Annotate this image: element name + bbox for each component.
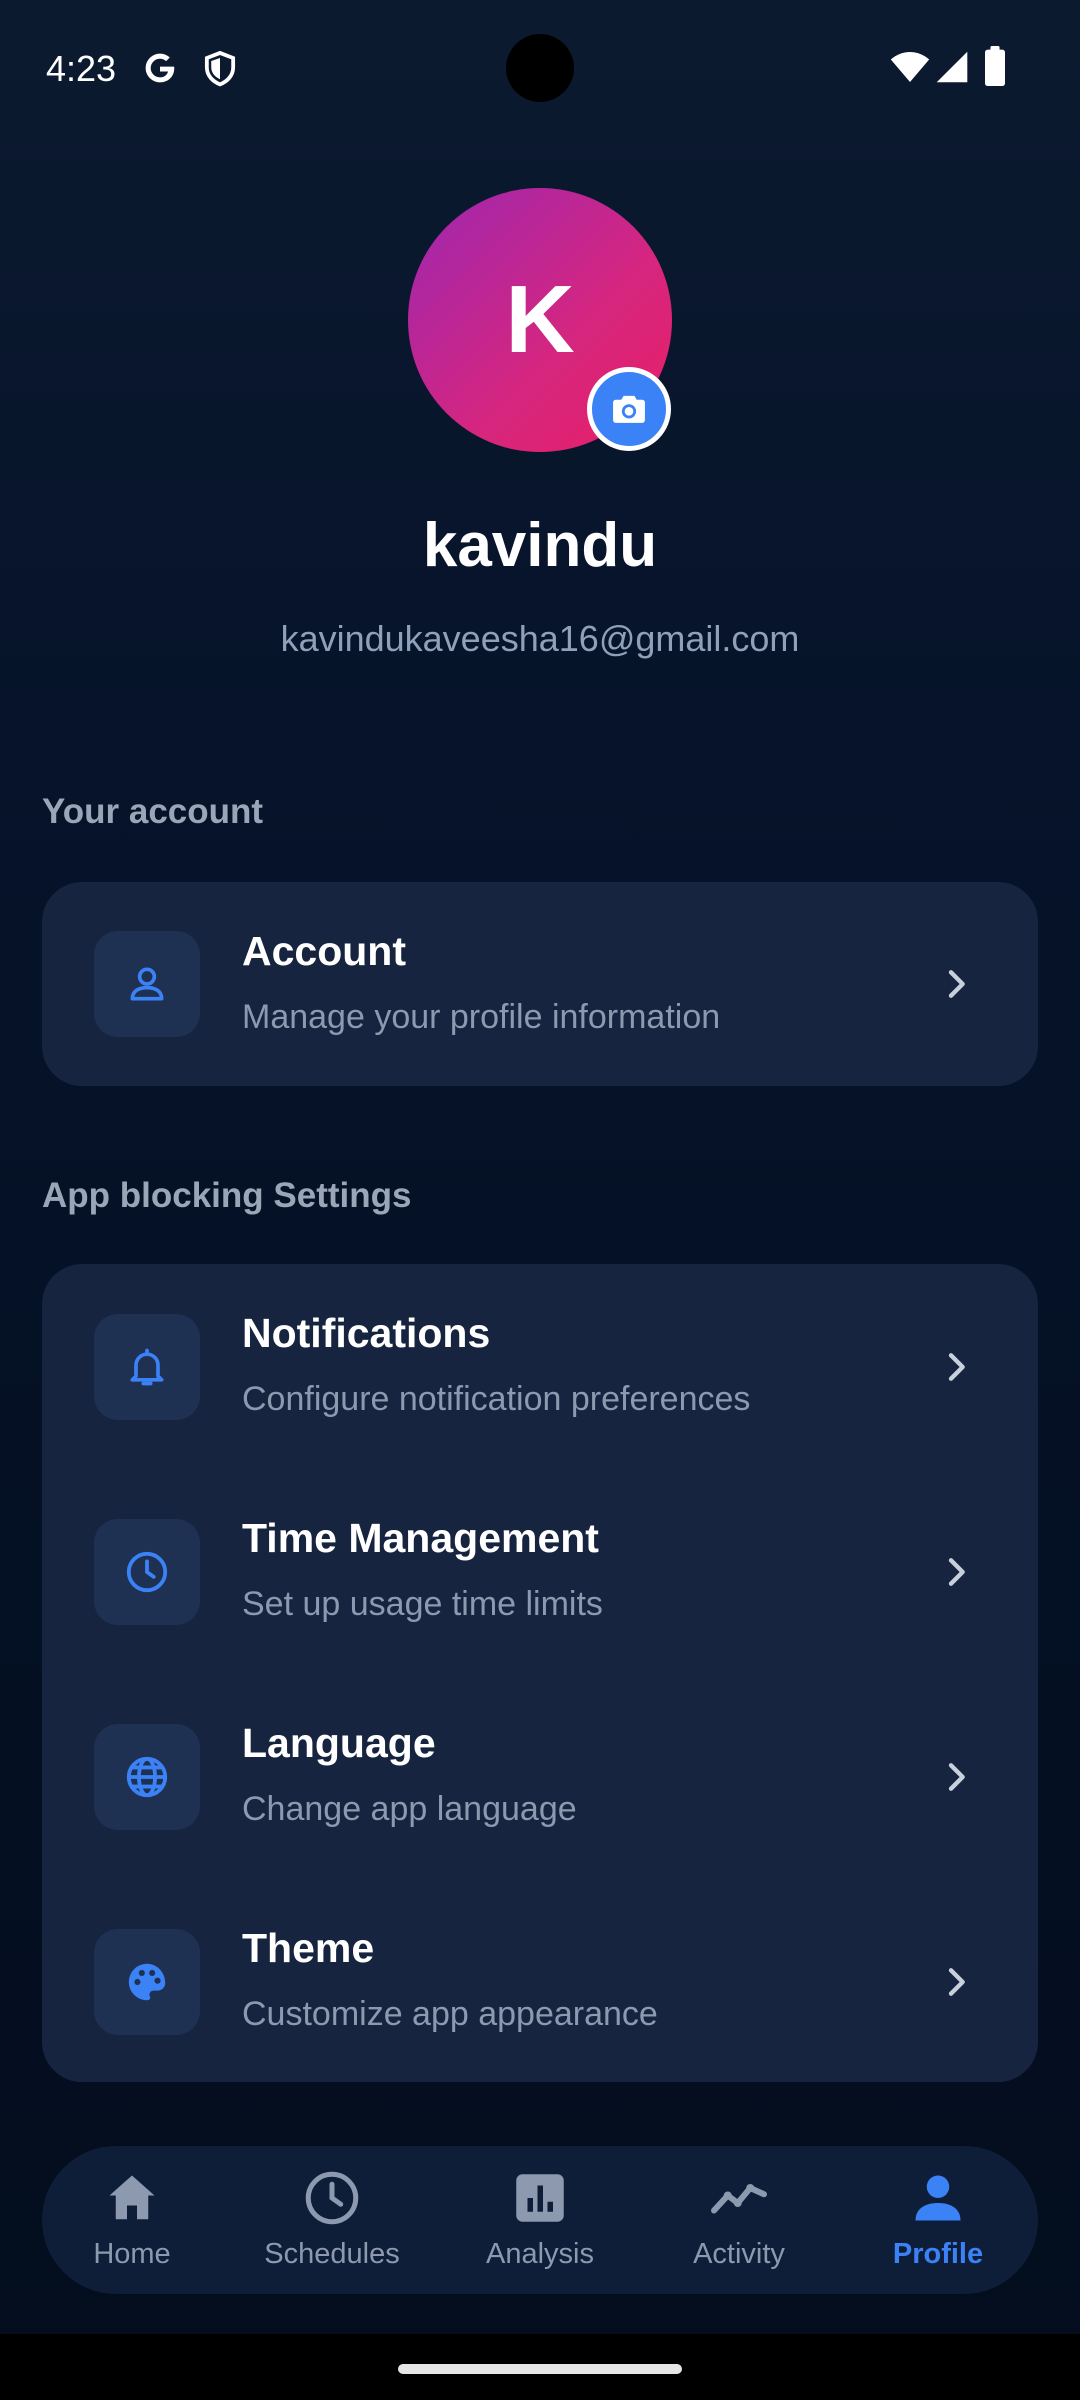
item-title: Notifications: [242, 1310, 491, 1356]
time-management-icon-tile: [94, 1518, 200, 1625]
item-title: Time Management: [242, 1515, 599, 1561]
account-icon-tile: [94, 931, 200, 1037]
change-photo-button[interactable]: [587, 367, 671, 451]
camera-cutout: [506, 34, 574, 102]
clock-icon: [305, 2171, 359, 2225]
person-icon: [915, 2175, 961, 2221]
globe-icon: [126, 1756, 168, 1797]
google-icon: [145, 53, 175, 83]
item-title: Language: [242, 1720, 436, 1766]
item-subtitle: Set up usage time limits: [242, 1585, 603, 1623]
nav-label: Activity: [693, 2238, 785, 2270]
shield-icon: [204, 50, 236, 87]
chevron-right-icon: [948, 970, 965, 998]
settings-item-account[interactable]: Account Manage your profile information: [42, 882, 1038, 1086]
section-title-app-blocking: App blocking Settings: [42, 1176, 412, 1215]
chevron-right-icon: [948, 1762, 965, 1791]
item-subtitle: Customize app appearance: [242, 1995, 658, 2033]
palette-icon: [128, 1963, 166, 2000]
home-indicator[interactable]: [398, 2364, 682, 2374]
status-bar: 4:23: [0, 0, 1080, 136]
settings-item-theme[interactable]: Theme Customize app appearance: [42, 1879, 1038, 2084]
item-subtitle: Change app language: [242, 1790, 577, 1828]
status-time: 4:23: [46, 48, 117, 89]
item-title: Account: [242, 928, 406, 974]
profile-screen: 4:23 K kavindu kavindukaveesha16@gmail.c…: [0, 0, 1080, 2400]
nav-label: Analysis: [486, 2238, 594, 2270]
item-title: Theme: [242, 1925, 375, 1971]
app-blocking-card: Notifications Configure notification pre…: [42, 1264, 1038, 2082]
language-icon-tile: [94, 1723, 200, 1830]
profile-email: kavindukaveesha16@gmail.com: [280, 618, 800, 659]
nav-label: Home: [93, 2238, 171, 2270]
profile-name: kavindu: [422, 511, 658, 580]
settings-item-notifications[interactable]: Notifications Configure notification pre…: [42, 1264, 1038, 1469]
notifications-icon-tile: [94, 1313, 200, 1420]
wifi-icon: [890, 52, 930, 82]
nav-item-home[interactable]: Home: [42, 2146, 222, 2294]
chevron-right-icon: [948, 1557, 965, 1586]
camera-icon: [613, 395, 645, 423]
nav-item-profile[interactable]: Profile: [848, 2146, 1028, 2294]
clock-icon: [126, 1551, 168, 1592]
bottom-nav: Home Schedules Analysis Activity Profile: [42, 2146, 1038, 2294]
account-card: Account Manage your profile information: [42, 882, 1038, 1086]
chevron-right-icon: [948, 1967, 965, 1996]
avatar-initial: K: [505, 266, 575, 373]
person-icon: [130, 967, 164, 1001]
item-subtitle: Manage your profile information: [242, 998, 721, 1036]
battery-icon: [985, 46, 1005, 86]
item-subtitle: Configure notification preferences: [242, 1380, 751, 1418]
nav-label: Profile: [892, 2238, 984, 2270]
bell-icon: [130, 1348, 164, 1385]
nav-item-analysis[interactable]: Analysis: [450, 2146, 630, 2294]
signal-icon: [936, 51, 968, 83]
trend-line-icon: [711, 2184, 767, 2214]
settings-item-language[interactable]: Language Change app language: [42, 1674, 1038, 1879]
settings-item-time-management[interactable]: Time Management Set up usage time limits: [42, 1469, 1038, 1674]
theme-icon-tile: [94, 1928, 200, 2035]
bar-chart-icon: [516, 2174, 564, 2222]
section-title-your-account: Your account: [42, 792, 264, 831]
nav-item-activity[interactable]: Activity: [649, 2146, 829, 2294]
nav-label: Schedules: [264, 2238, 400, 2270]
chevron-right-icon: [948, 1352, 965, 1381]
nav-item-schedules[interactable]: Schedules: [242, 2146, 422, 2294]
home-icon: [109, 2175, 155, 2220]
